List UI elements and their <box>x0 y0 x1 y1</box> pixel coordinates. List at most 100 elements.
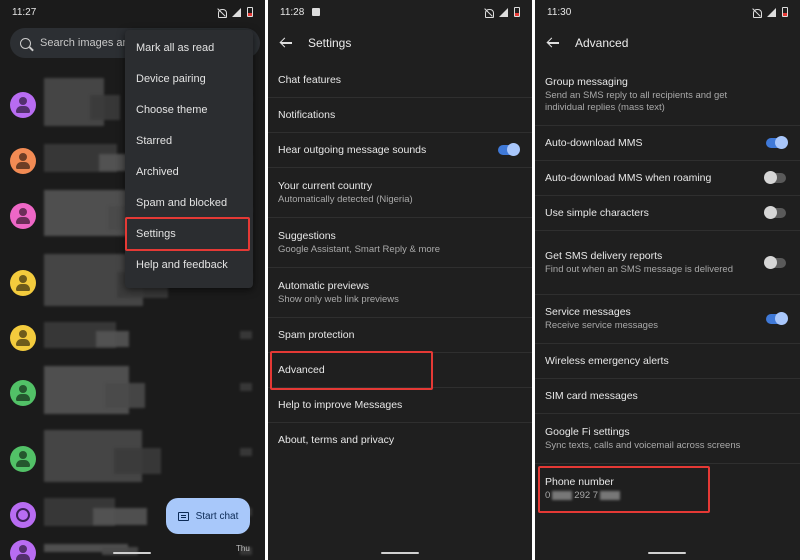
menu-item-archived[interactable]: Archived <box>125 156 253 187</box>
menu-item-mark-all-read[interactable]: Mark all as read <box>125 32 253 63</box>
advanced-row-auto-download-roaming[interactable]: Auto-download MMS when roaming <box>535 161 800 196</box>
contact-avatar-icon <box>10 502 36 528</box>
chat-icon <box>177 511 189 521</box>
advanced-row-sim-messages[interactable]: SIM card messages <box>535 379 800 414</box>
redacted-message-preview <box>114 448 161 474</box>
mute-icon <box>217 8 227 18</box>
contact-avatar-icon <box>10 92 36 118</box>
redacted-message-preview <box>93 508 147 525</box>
contact-avatar-icon <box>10 270 36 296</box>
advanced-row-google-fi[interactable]: Google Fi settings Sync texts, calls and… <box>535 414 800 464</box>
advanced-row-simple-characters[interactable]: Use simple characters <box>535 196 800 231</box>
row-title: Notifications <box>278 108 336 121</box>
conversation-item[interactable] <box>0 318 265 358</box>
row-title: Spam protection <box>278 328 355 341</box>
row-title: Help to improve Messages <box>278 398 403 411</box>
row-title: Auto-download MMS when roaming <box>545 171 712 184</box>
status-time: 11:28 <box>280 6 305 18</box>
conversation-item[interactable] <box>0 362 265 424</box>
row-title: SIM card messages <box>545 389 638 402</box>
conversation-day: Thu <box>236 544 250 553</box>
redacted-message-preview <box>105 383 145 408</box>
row-subtitle: Show only web link previews <box>278 293 399 305</box>
row-subtitle: Receive service messages <box>545 320 658 331</box>
outgoing-sounds-toggle[interactable] <box>498 143 520 156</box>
status-bar: 11:27 <box>0 0 265 24</box>
start-chat-button[interactable]: Start chat <box>166 498 250 534</box>
advanced-row-delivery-reports[interactable]: Get SMS delivery reports Find out when a… <box>535 231 800 295</box>
row-subtitle: Google Assistant, Smart Reply & more <box>278 243 441 255</box>
advanced-screen: 11:30 Advanced Group messaging Send an S… <box>535 0 800 560</box>
service-messages-toggle[interactable] <box>766 312 788 325</box>
settings-app-bar: Settings <box>268 24 532 62</box>
settings-row-help-improve[interactable]: Help to improve Messages <box>268 388 532 423</box>
gesture-nav-bar[interactable] <box>113 552 151 554</box>
menu-item-help-feedback[interactable]: Help and feedback <box>125 249 253 280</box>
settings-row-notifications[interactable]: Notifications <box>268 98 532 133</box>
settings-row-spam-protection[interactable]: Spam protection <box>268 318 532 353</box>
contact-avatar-icon <box>10 203 36 229</box>
contact-avatar-icon <box>10 148 36 174</box>
menu-item-spam-blocked[interactable]: Spam and blocked <box>125 187 253 218</box>
battery-icon <box>247 7 253 17</box>
simple-characters-toggle[interactable] <box>764 206 786 219</box>
gesture-nav-bar[interactable] <box>648 552 686 554</box>
gesture-nav-bar[interactable] <box>381 552 419 554</box>
auto-download-mms-toggle[interactable] <box>766 136 788 149</box>
row-title: Use simple characters <box>545 206 649 219</box>
row-title: Get SMS delivery reports <box>545 249 663 262</box>
row-title: Automatic previews <box>278 279 370 292</box>
status-bar: 11:28 <box>268 0 532 24</box>
row-title: Auto-download MMS <box>545 136 643 149</box>
page-title: Advanced <box>575 36 629 50</box>
signal-icon <box>232 7 241 17</box>
conversations-screen: 11:27 Search images an Mark all as read … <box>0 0 265 560</box>
signal-icon <box>499 7 508 17</box>
advanced-row-service-messages[interactable]: Service messages Receive service message… <box>535 295 800 344</box>
delivery-reports-toggle[interactable] <box>764 256 786 269</box>
advanced-row-group-messaging[interactable]: Group messaging Send an SMS reply to all… <box>535 64 800 126</box>
back-arrow-icon[interactable] <box>547 37 559 49</box>
conversation-item[interactable] <box>0 540 265 560</box>
row-subtitle: Sync texts, calls and voicemail across s… <box>545 439 741 451</box>
toggle-knob <box>507 143 520 156</box>
row-title: Group messaging <box>545 75 628 88</box>
contact-avatar-icon <box>10 380 36 406</box>
conversation-item[interactable] <box>0 426 265 492</box>
status-bar: 11:30 <box>535 0 800 24</box>
row-title: Wireless emergency alerts <box>545 354 669 367</box>
auto-download-roaming-toggle[interactable] <box>764 171 786 184</box>
settings-row-suggestions[interactable]: Suggestions Google Assistant, Smart Repl… <box>268 218 532 268</box>
settings-row-about[interactable]: About, terms and privacy <box>268 423 532 458</box>
advanced-row-emergency-alerts[interactable]: Wireless emergency alerts <box>535 344 800 379</box>
redacted-timestamp <box>240 331 252 339</box>
settings-row-outgoing-sounds[interactable]: Hear outgoing message sounds <box>268 133 532 168</box>
toggle-knob <box>764 206 777 219</box>
redacted-timestamp <box>240 383 252 391</box>
row-title: About, terms and privacy <box>278 434 395 446</box>
row-title: Chat features <box>278 74 342 86</box>
advanced-row-auto-download-mms[interactable]: Auto-download MMS <box>535 126 800 161</box>
toggle-knob <box>764 171 777 184</box>
settings-row-country[interactable]: Your current country Automatically detec… <box>268 168 532 218</box>
status-time: 11:27 <box>12 6 37 18</box>
row-title: Service messages <box>545 306 631 318</box>
menu-item-device-pairing[interactable]: Device pairing <box>125 63 253 94</box>
row-subtitle: Automatically detected (Nigeria) <box>278 193 413 205</box>
advanced-app-bar: Advanced <box>535 24 800 62</box>
search-placeholder: Search images an <box>40 37 129 49</box>
row-subtitle: Find out when an SMS message is delivere… <box>545 263 733 275</box>
menu-item-starred[interactable]: Starred <box>125 125 253 156</box>
settings-row-chat-features[interactable]: Chat features <box>268 64 532 98</box>
redacted-message-preview <box>96 331 129 347</box>
phone-number-highlight-box <box>538 466 710 513</box>
image-notification-icon <box>312 8 321 16</box>
settings-row-automatic-previews[interactable]: Automatic previews Show only web link pr… <box>268 268 532 318</box>
back-arrow-icon[interactable] <box>280 37 292 49</box>
menu-item-choose-theme[interactable]: Choose theme <box>125 94 253 125</box>
redacted-timestamp <box>240 448 252 456</box>
page-title: Settings <box>308 36 352 50</box>
battery-icon <box>782 7 788 17</box>
toggle-knob <box>775 136 788 149</box>
battery-icon <box>514 7 520 17</box>
